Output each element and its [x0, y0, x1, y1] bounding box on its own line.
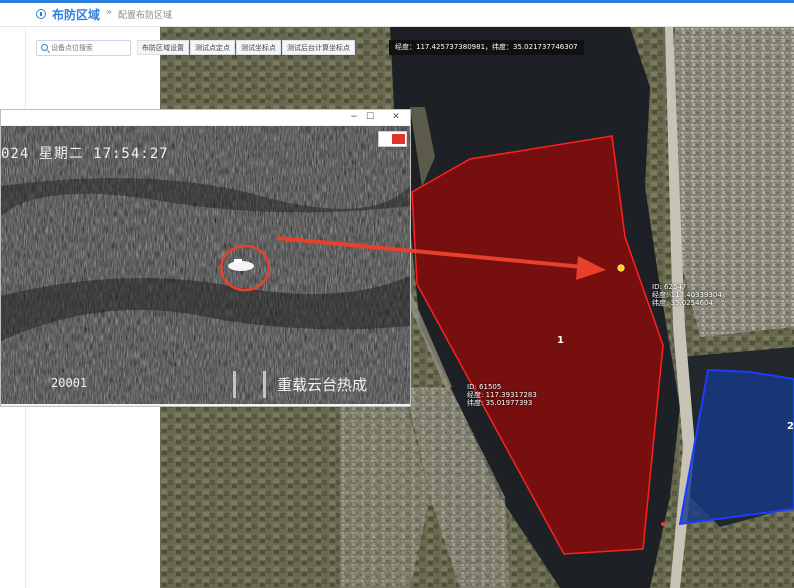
marker-longitude: 经度: 117.40339304 [652, 291, 722, 299]
minimize-button[interactable]: − [347, 111, 361, 124]
marker-info-61505: ID: 61505 经度: 117.39317283 纬度: 35.019773… [467, 383, 537, 407]
page-title: 布防区域 [52, 8, 101, 22]
page-header: 布防区域 » 配置布防区域 [0, 3, 794, 27]
marker-latitude: 纬度: 35.0254604 [652, 299, 713, 307]
record-icon[interactable] [378, 131, 407, 147]
zone-label-1: 1 [557, 335, 564, 346]
zone-label-2: 2 [787, 421, 794, 432]
search-icon [41, 44, 48, 51]
test-backend-coordinate-button[interactable]: 测试后台计算坐标点 [282, 40, 355, 55]
video-popup-window[interactable]: − ☐ ✕ 024 星期二 17:54:27 20001 重载云台热成 [0, 109, 411, 407]
marker-longitude: 经度: 117.39317283 [467, 391, 537, 399]
close-button[interactable]: ✕ [389, 111, 403, 124]
marker-latitude: 纬度: 35.01977393 [467, 399, 533, 407]
thermal-video-feed[interactable]: 024 星期二 17:54:27 20001 重载云台热成 [1, 126, 410, 404]
test-locate-button[interactable]: 测试点定点 [190, 40, 235, 55]
thermal-frame [1, 126, 410, 404]
map-toolbar: 布防区域设置 测试点定点 测试坐标点 测试后台计算坐标点 [137, 40, 355, 55]
video-timestamp: 024 星期二 17:54:27 [1, 146, 169, 162]
info-circle-icon [36, 9, 46, 19]
test-coordinate-button[interactable]: 测试坐标点 [236, 40, 281, 55]
camera-name: 重载云台热成 [277, 376, 368, 394]
frame-counter: 20001 [51, 376, 88, 390]
marker-id: ID: 62547 [652, 283, 687, 291]
video-window-titlebar[interactable]: − ☐ ✕ [1, 110, 410, 125]
device-search-input[interactable] [51, 42, 129, 54]
coordinate-readout: 经度：117.425737380981，纬度：35.021737746307 [389, 40, 584, 55]
breadcrumb-separator: » [106, 7, 113, 18]
breadcrumb[interactable]: 配置布防区域 [118, 8, 172, 21]
marker-dot[interactable] [661, 522, 665, 526]
target-point[interactable] [617, 264, 625, 272]
marker-info-62547: ID: 62547 经度: 117.40339304 纬度: 35.025460… [652, 283, 722, 307]
device-search-box[interactable] [36, 40, 131, 56]
zone-settings-button[interactable]: 布防区域设置 [137, 40, 189, 55]
maximize-button[interactable]: ☐ [363, 111, 377, 124]
marker-id: ID: 61505 [467, 383, 502, 391]
